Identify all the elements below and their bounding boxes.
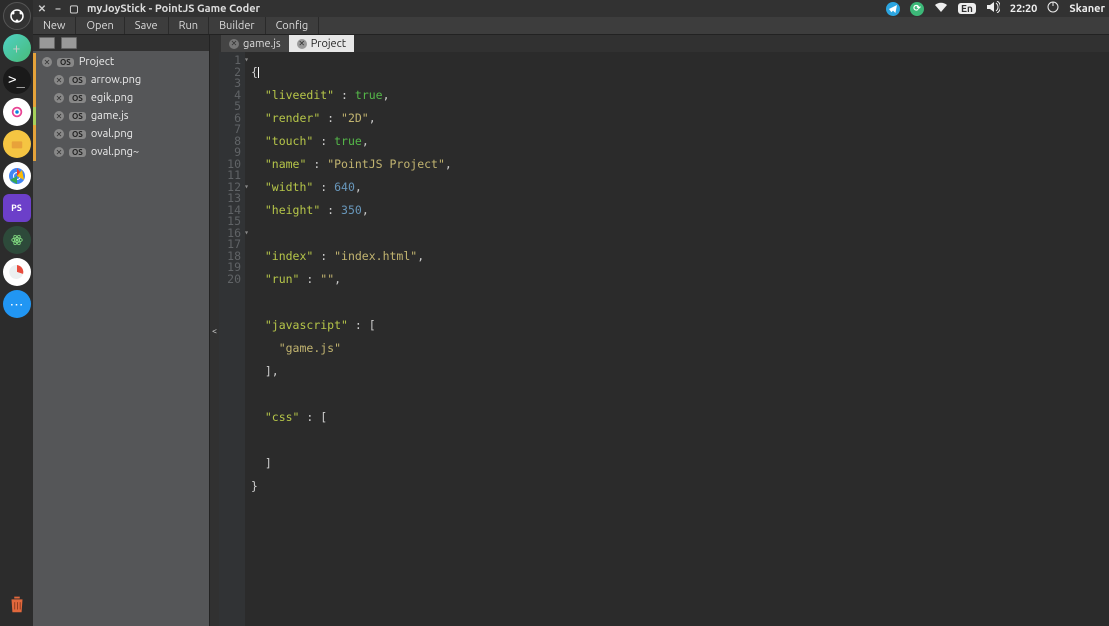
launcher-chart-icon[interactable]: [3, 258, 31, 286]
window-title: myJoyStick - PointJS Game Coder: [87, 3, 260, 15]
tab-close-icon[interactable]: ✕: [297, 39, 307, 49]
editor-area: ✕ game.js ✕ Project 12345 678910 1112131…: [219, 35, 1109, 626]
filetree-item-label: egik.png: [91, 92, 133, 104]
menu-save[interactable]: Save: [125, 17, 169, 34]
launcher-chrome-icon[interactable]: [3, 162, 31, 190]
filetree-close-icon[interactable]: ✕: [54, 147, 64, 157]
window-maximize-icon[interactable]: ▢: [69, 4, 79, 14]
filetree-item-label: oval.png~: [91, 146, 139, 158]
filetree-item-oval[interactable]: ✕ OS oval.png: [33, 125, 209, 143]
main-area: ✕ OS Project ✕ OS arrow.png ✕ OS egik.pn…: [33, 35, 1109, 626]
filetree-close-icon[interactable]: ✕: [54, 93, 64, 103]
sidebar: ✕ OS Project ✕ OS arrow.png ✕ OS egik.pn…: [33, 35, 209, 626]
window-close-icon[interactable]: ✕: [37, 4, 47, 14]
tab-project[interactable]: ✕ Project: [289, 35, 354, 52]
tab-close-icon[interactable]: ✕: [229, 39, 239, 49]
sidebar-tool-2-icon[interactable]: [61, 37, 77, 49]
tab-label: game.js: [243, 38, 281, 50]
code-editor[interactable]: 12345 678910 1112131415 1617181920 { "li…: [219, 52, 1109, 626]
launcher-app1-icon[interactable]: +: [3, 34, 31, 62]
launcher-atom-icon[interactable]: [3, 226, 31, 254]
sidebar-toolbar: [33, 35, 209, 51]
menu-run[interactable]: Run: [169, 17, 209, 34]
tray-telegram-icon[interactable]: [886, 2, 900, 16]
launcher-ubuntu-icon[interactable]: [3, 2, 31, 30]
system-tray: ⟳ En 22:20 Skaner: [886, 1, 1105, 16]
menu-new[interactable]: New: [33, 17, 76, 34]
filetree-item-label: arrow.png: [91, 74, 141, 86]
tray-sync-icon[interactable]: ⟳: [910, 2, 924, 16]
menubar: New Open Save Run Builder Config: [33, 17, 1109, 35]
filetree-root-label: Project: [79, 56, 114, 68]
titlebar: ✕ – ▢ myJoyStick - PointJS Game Coder ⟳ …: [33, 0, 1109, 17]
filetree-item-label: oval.png: [91, 128, 133, 140]
app-window: ✕ – ▢ myJoyStick - PointJS Game Coder ⟳ …: [33, 0, 1109, 626]
tab-label: Project: [311, 38, 346, 50]
window-minimize-icon[interactable]: –: [53, 4, 63, 14]
filetree-item-arrow[interactable]: ✕ OS arrow.png: [33, 71, 209, 89]
filetree-badge-icon: OS: [69, 112, 86, 121]
filetree-item-egik[interactable]: ✕ OS egik.png: [33, 89, 209, 107]
tray-clock[interactable]: 22:20: [1010, 3, 1038, 15]
filetree: ✕ OS Project ✕ OS arrow.png ✕ OS egik.pn…: [33, 51, 209, 626]
tray-wifi-icon[interactable]: [934, 1, 948, 16]
launcher-trash-icon[interactable]: [3, 590, 31, 618]
menu-config[interactable]: Config: [266, 17, 320, 34]
tray-language[interactable]: En: [958, 3, 976, 14]
launcher-terminal-icon[interactable]: >_: [3, 66, 31, 94]
line-gutter: 12345 678910 1112131415 1617181920: [219, 52, 245, 626]
code-content[interactable]: { "liveedit" : true, "render" : "2D", "t…: [245, 52, 1109, 626]
launcher-camera-icon[interactable]: [3, 98, 31, 126]
launcher-more-icon[interactable]: ⋯: [3, 290, 31, 318]
filetree-close-icon[interactable]: ✕: [54, 129, 64, 139]
filetree-item-label: game.js: [91, 110, 129, 122]
filetree-badge-icon: OS: [69, 130, 86, 139]
tray-user[interactable]: Skaner: [1069, 3, 1105, 15]
tray-volume-icon[interactable]: [986, 1, 1000, 16]
launcher-phpstorm-icon[interactable]: PS: [3, 194, 31, 222]
filetree-badge-icon: OS: [69, 76, 86, 85]
filetree-close-icon[interactable]: ✕: [42, 57, 52, 67]
menu-builder[interactable]: Builder: [209, 17, 266, 34]
filetree-badge-icon: OS: [69, 148, 86, 157]
tab-gamejs[interactable]: ✕ game.js: [221, 35, 289, 52]
tray-power-icon[interactable]: [1047, 1, 1059, 16]
filetree-root[interactable]: ✕ OS Project: [33, 53, 209, 71]
editor-tabs: ✕ game.js ✕ Project: [219, 35, 1109, 52]
filetree-badge-icon: OS: [69, 94, 86, 103]
sidebar-tool-1-icon[interactable]: [39, 37, 55, 49]
menu-open[interactable]: Open: [76, 17, 124, 34]
filetree-close-icon[interactable]: ✕: [54, 111, 64, 121]
filetree-item-gamejs[interactable]: ✕ OS game.js: [33, 107, 209, 125]
system-launcher: + >_ PS ⋯: [0, 0, 33, 626]
launcher-files-icon[interactable]: [3, 130, 31, 158]
filetree-badge-icon: OS: [57, 58, 74, 67]
tabs-scroll-left-icon[interactable]: <: [209, 35, 219, 626]
filetree-item-oval-bak[interactable]: ✕ OS oval.png~: [33, 143, 209, 161]
filetree-close-icon[interactable]: ✕: [54, 75, 64, 85]
